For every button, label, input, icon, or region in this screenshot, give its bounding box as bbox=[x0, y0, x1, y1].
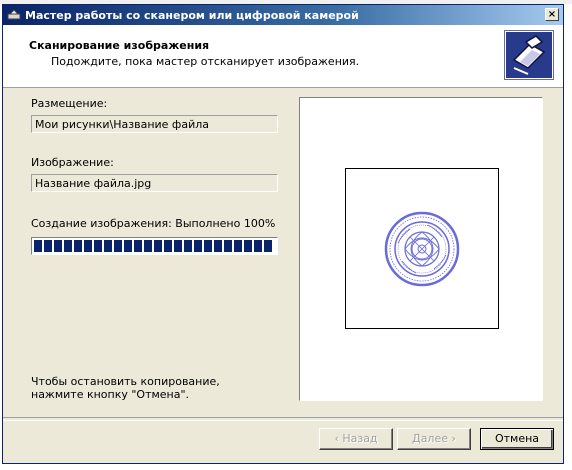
round-seal-image bbox=[384, 211, 460, 287]
progress-block bbox=[214, 240, 222, 252]
progress-block bbox=[64, 240, 72, 252]
progress-block bbox=[34, 240, 42, 252]
image-preview bbox=[299, 97, 543, 401]
image-label: Изображение: bbox=[31, 156, 114, 169]
next-button[interactable]: Далее › bbox=[397, 428, 471, 450]
progress-block bbox=[94, 240, 102, 252]
close-button[interactable]: × bbox=[545, 8, 559, 21]
progress-block bbox=[124, 240, 132, 252]
progress-block bbox=[104, 240, 112, 252]
progress-block bbox=[224, 240, 232, 252]
close-icon: × bbox=[547, 9, 557, 20]
progress-block bbox=[184, 240, 192, 252]
wizard-header: Сканирование изображения Подождите, пока… bbox=[3, 25, 563, 88]
progress-block bbox=[164, 240, 172, 252]
progress-bar bbox=[31, 237, 278, 255]
progress-block bbox=[154, 240, 162, 252]
scanner-wizard-icon bbox=[505, 31, 553, 79]
progress-block bbox=[244, 240, 252, 252]
image-name-field: Название файла.jpg bbox=[31, 174, 278, 192]
progress-block bbox=[254, 240, 262, 252]
progress-block bbox=[264, 240, 272, 252]
cancel-instruction: Чтобы остановить копирование, нажмите кн… bbox=[31, 375, 220, 401]
progress-block bbox=[74, 240, 82, 252]
progress-block bbox=[84, 240, 92, 252]
progress-block bbox=[194, 240, 202, 252]
progress-block bbox=[204, 240, 212, 252]
progress-fill bbox=[34, 240, 275, 252]
window-title: Мастер работы со сканером или цифровой к… bbox=[25, 9, 359, 22]
scanner-app-icon bbox=[7, 9, 21, 20]
preview-frame bbox=[345, 168, 499, 329]
progress-block bbox=[234, 240, 242, 252]
progress-block bbox=[44, 240, 52, 252]
footer-divider bbox=[3, 417, 563, 421]
back-button[interactable]: ‹ Назад bbox=[319, 428, 393, 450]
location-field: Мои рисунки\Название файла bbox=[31, 115, 278, 133]
progress-block bbox=[134, 240, 142, 252]
progress-label: Создание изображения: Выполнено 100% bbox=[31, 217, 276, 230]
progress-block bbox=[174, 240, 182, 252]
location-label: Размещение: bbox=[31, 97, 108, 110]
progress-block bbox=[54, 240, 62, 252]
page-subtitle: Подождите, пока мастер отсканирует изобр… bbox=[51, 55, 360, 68]
progress-block bbox=[144, 240, 152, 252]
title-bar[interactable]: Мастер работы со сканером или цифровой к… bbox=[3, 5, 563, 25]
scanner-wizard-window: Мастер работы со сканером или цифровой к… bbox=[2, 4, 564, 464]
page-title: Сканирование изображения bbox=[29, 39, 210, 52]
cancel-button[interactable]: Отмена bbox=[480, 428, 554, 450]
progress-block bbox=[114, 240, 122, 252]
